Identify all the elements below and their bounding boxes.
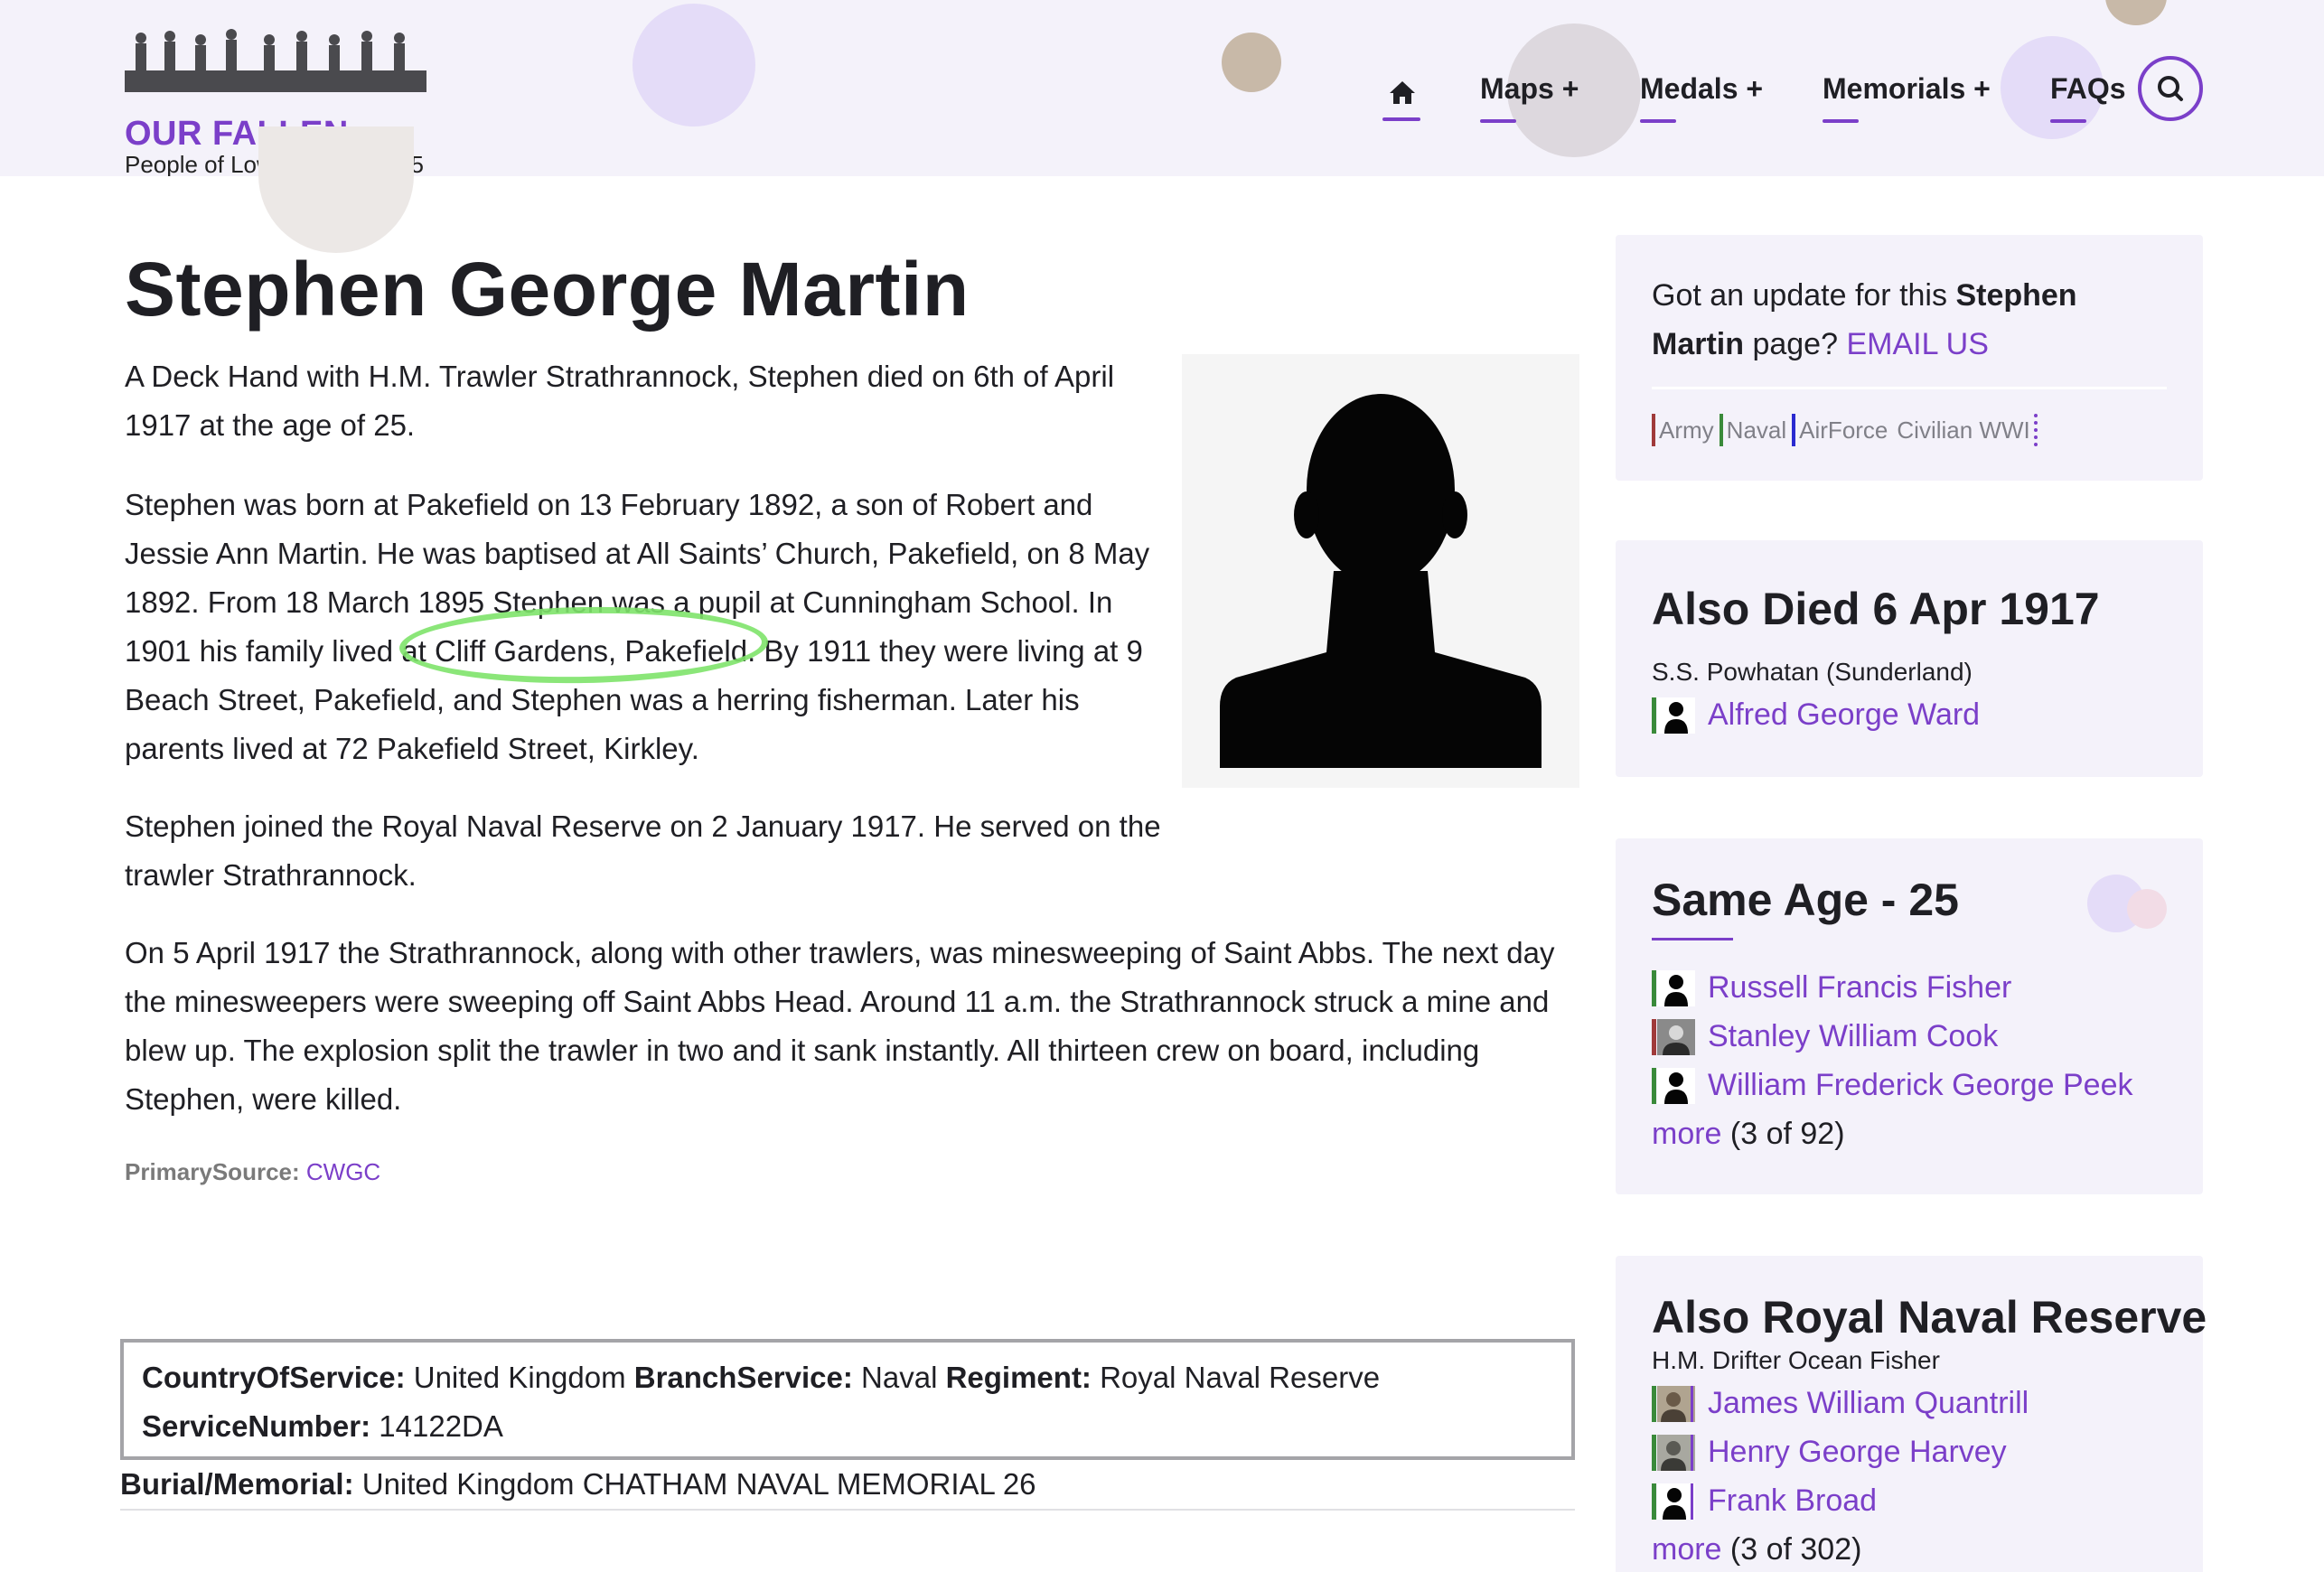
nav-maps[interactable]: Maps + <box>1480 65 1579 123</box>
soldiers-silhouette-icon <box>125 29 426 92</box>
update-text-post: page? <box>1744 327 1847 361</box>
burial-memorial: Burial/Memorial: United Kingdom CHATHAM … <box>120 1460 1575 1511</box>
source-label: PrimarySource: <box>125 1158 300 1185</box>
more-link[interactable]: more <box>1652 1117 1721 1151</box>
service-details: CountryOfService: United Kingdom BranchS… <box>120 1339 1575 1460</box>
silhouette-thumb-icon <box>1652 1483 1695 1520</box>
person-name: Stanley William Cook <box>1708 1019 1999 1053</box>
home-underline <box>1382 117 1420 121</box>
more-row: more (3 of 302) <box>1652 1529 1861 1570</box>
update-text: Got an update for this Stephen Martin pa… <box>1652 271 2167 369</box>
also-rnr-subtitle: H.M. Drifter Ocean Fisher <box>1652 1346 1940 1374</box>
page-title: Stephen George Martin <box>125 247 970 332</box>
article-paragraph: Stephen joined the Royal Naval Reserve o… <box>125 809 1161 892</box>
branch-army: Army <box>1652 414 1714 446</box>
decorative-bubble <box>258 126 414 253</box>
nav-faqs[interactable]: FAQs <box>2050 65 2126 123</box>
same-age-card: Same Age - 25 Russell Francis Fisher Sta… <box>1616 838 2203 1194</box>
silhouette-thumb-icon <box>1652 970 1695 1006</box>
branch-naval: Naval <box>1719 414 1786 446</box>
same-age-title: Same Age - 25 <box>1652 875 1959 925</box>
article-paragraph: On 5 April 1917 the Strathrannock, along… <box>125 936 1555 1116</box>
photo-thumb-icon <box>1652 1386 1695 1422</box>
portrait-placeholder <box>1182 354 1579 788</box>
decorative-bubble <box>2127 889 2167 929</box>
home-icon[interactable] <box>1384 74 1420 110</box>
photo-thumb-icon <box>1652 1019 1695 1055</box>
branch-legend: Army Naval AirForce Civilian WWI <box>1652 414 2043 446</box>
decorative-bubble <box>2105 0 2167 25</box>
service-number-value: 14122DA <box>379 1409 503 1443</box>
person-name: James William Quantrill <box>1708 1386 2029 1420</box>
more-count: (3 of 92) <box>1729 1117 1845 1151</box>
branch-value: Naval <box>861 1361 938 1394</box>
regiment-value: Royal Naval Reserve <box>1100 1361 1381 1394</box>
also-rnr-title: Also Royal Naval Reserve <box>1652 1292 2207 1343</box>
silhouette-thumb-icon <box>1652 697 1695 734</box>
person-name: Henry George Harvey <box>1708 1435 2007 1469</box>
person-name: Alfred George Ward <box>1708 697 1981 732</box>
also-died-subtitle: S.S. Powhatan (Sunderland) <box>1652 658 1973 686</box>
branch-airforce: AirForce <box>1792 414 1888 446</box>
search-button[interactable] <box>2138 56 2203 121</box>
more-link[interactable]: more <box>1652 1532 1721 1567</box>
decorative-bubble <box>1222 33 1281 92</box>
person-name: Frank Broad <box>1708 1483 1878 1518</box>
also-died-title: Also Died 6 Apr 1917 <box>1652 584 2100 634</box>
photo-thumb-icon <box>1652 1435 1695 1471</box>
more-count: (3 of 302) <box>1729 1532 1862 1567</box>
person-silhouette-icon <box>1220 394 1542 768</box>
person-name: Russell Francis Fisher <box>1708 970 2012 1005</box>
also-died-card: Also Died 6 Apr 1917 S.S. Powhatan (Sund… <box>1616 540 2203 777</box>
source-link[interactable]: CWGC <box>306 1158 380 1185</box>
country-label: CountryOfService: <box>142 1361 406 1394</box>
branch-civilian: Civilian WWI <box>1893 414 2038 446</box>
burial-label: Burial/Memorial: <box>120 1467 354 1501</box>
person-name: William Frederick George Peek <box>1708 1068 2133 1102</box>
silhouette-thumb-icon <box>1652 1068 1695 1104</box>
title-underline <box>1652 938 1733 940</box>
service-number-label: ServiceNumber: <box>142 1409 371 1443</box>
article-paragraph: A Deck Hand with H.M. Trawler Strathrann… <box>125 360 1115 442</box>
search-icon <box>2158 76 2183 101</box>
divider <box>1652 387 2167 389</box>
nav-medals[interactable]: Medals + <box>1640 65 1763 123</box>
also-rnr-card: Also Royal Naval Reserve H.M. Drifter Oc… <box>1616 1256 2207 1572</box>
update-card: Got an update for this Stephen Martin pa… <box>1616 235 2203 481</box>
update-text-pre: Got an update for this <box>1652 278 1956 313</box>
primary-source: PrimarySource: CWGC <box>125 1156 380 1187</box>
branch-label: BranchService: <box>633 1361 853 1394</box>
email-us-link[interactable]: EMAIL US <box>1846 327 1988 361</box>
nav-memorials[interactable]: Memorials + <box>1823 65 1991 123</box>
country-value: United Kingdom <box>413 1361 626 1394</box>
decorative-bubble <box>633 4 755 126</box>
regiment-label: Regiment: <box>945 1361 1092 1394</box>
more-row: more (3 of 92) <box>1652 1113 1845 1155</box>
burial-value: United Kingdom CHATHAM NAVAL MEMORIAL 26 <box>361 1467 1036 1501</box>
